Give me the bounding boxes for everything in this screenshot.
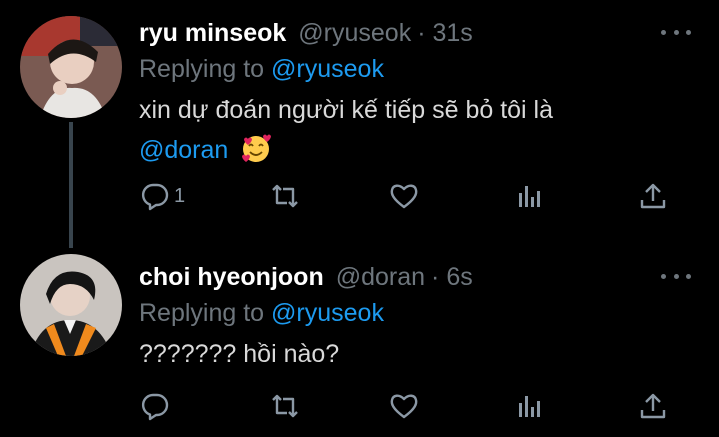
tweet-text: ??????? hồi nào? — [139, 340, 340, 368]
timestamp[interactable]: · 31s — [417, 19, 473, 48]
reply-icon — [141, 183, 169, 211]
replying-to: Replying to @ryuseok — [139, 296, 695, 330]
more-icon[interactable] — [661, 22, 691, 42]
tweet-text: xin dự đoán người kế tiếp sẽ bỏ tôi là @… — [139, 90, 695, 170]
avatar[interactable] — [20, 16, 122, 118]
reply-button[interactable] — [140, 386, 174, 426]
like-icon — [390, 394, 418, 419]
handle[interactable]: @ryuseok — [298, 19, 411, 48]
analytics-button[interactable] — [515, 386, 545, 426]
smiling-face-with-hearts-icon — [241, 134, 272, 164]
avatar[interactable] — [20, 254, 122, 356]
reply-icon — [141, 393, 169, 421]
reply-count: 1 — [174, 184, 186, 207]
like-button[interactable] — [389, 176, 419, 216]
display-name[interactable]: choi hyeonjoon — [139, 263, 324, 292]
tweet-text-line: xin dự đoán người kế tiếp sẽ bỏ tôi là — [139, 96, 554, 124]
replying-prefix: Replying to — [139, 55, 265, 83]
retweet-icon — [272, 184, 298, 208]
analytics-button[interactable] — [515, 176, 545, 216]
mention-link[interactable]: @doran — [139, 136, 228, 164]
share-button[interactable] — [638, 176, 668, 216]
handle[interactable]: @doran — [336, 263, 425, 292]
analytics-icon — [519, 186, 540, 207]
share-button[interactable] — [638, 386, 668, 426]
timestamp[interactable]: · 6s — [431, 263, 473, 292]
tweet-1[interactable]: ryu minseok @ryuseok · 31s Replying to @… — [0, 0, 719, 250]
more-icon[interactable] — [661, 266, 691, 286]
replying-to: Replying to @ryuseok — [139, 52, 695, 86]
retweet-button[interactable] — [270, 176, 300, 216]
replying-to-link[interactable]: @ryuseok — [271, 55, 384, 83]
retweet-button[interactable] — [270, 386, 300, 426]
share-icon — [640, 183, 666, 209]
analytics-icon — [519, 396, 540, 417]
share-icon — [640, 393, 666, 419]
tweet-actions: 1 — [0, 176, 719, 216]
replying-prefix: Replying to — [139, 299, 265, 327]
tweet-actions — [0, 386, 719, 426]
like-icon — [390, 184, 418, 209]
retweet-icon — [272, 394, 298, 418]
tweet-2[interactable]: choi hyeonjoon @doran · 6s Replying to @… — [0, 250, 719, 437]
replying-to-link[interactable]: @ryuseok — [271, 299, 384, 327]
reply-button[interactable]: 1 — [140, 176, 185, 216]
display-name[interactable]: ryu minseok — [139, 19, 286, 48]
like-button[interactable] — [389, 386, 419, 426]
